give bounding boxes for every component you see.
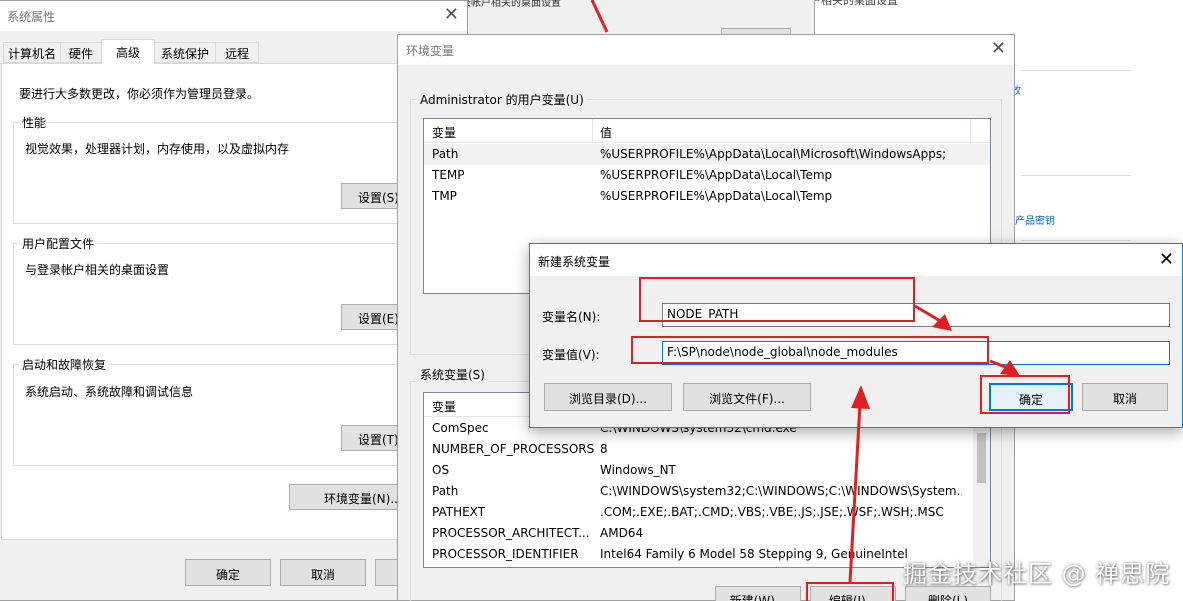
background-separator [1021,70,1131,71]
var-value: %USERPROFILE%\AppData\Local\Temp [600,168,833,182]
browse-directory-button[interactable]: 浏览目录(D)... [544,383,672,411]
var-name: Path [432,484,459,498]
table-row[interactable]: TEMP %USERPROFILE%\AppData\Local\Temp [424,165,990,186]
annotation-box-variable-name [639,277,915,322]
var-name: Path [432,147,459,161]
var-name: TEMP [432,168,465,182]
annotation-box-ok-button [980,375,1070,414]
column-separator [592,119,593,143]
user-col-value[interactable]: 值 [600,124,612,141]
sysprops-ok-button[interactable]: 确定 [185,559,271,586]
tab-system-protection[interactable]: 系统保护 [154,42,216,63]
tab-computer-name[interactable]: 计算机名 [3,42,61,63]
user-variables-header: 变量 值 [424,119,990,143]
newvar-titlebar: 新建系统变量 ✕ [530,244,1182,276]
tab-hardware[interactable]: 硬件 [60,42,102,63]
var-name: PROCESSOR_IDENTIFIER [432,547,579,561]
close-icon[interactable]: ✕ [444,5,459,25]
user-profile-desc: 与登录帐户相关的桌面设置 [25,263,170,277]
admin-note: 要进行大多数更改，你必须作为管理员登录。 [19,87,260,101]
browse-file-button[interactable]: 浏览文件(F)... [683,383,811,411]
table-row[interactable]: PATHEXT .COM;.EXE;.BAT;.CMD;.VBS;.VBE;.J… [424,502,990,523]
var-value: AMD64 [600,526,644,540]
annotation-box-variable-value [631,336,989,364]
table-row[interactable]: PROCESSOR_ARCHITECT... AMD64 [424,523,990,544]
column-separator [970,119,971,143]
startup-recovery-label: 启动和故障恢复 [19,356,110,373]
table-row[interactable]: Path %USERPROFILE%\AppData\Local\Microso… [424,144,990,165]
close-icon[interactable]: ✕ [1159,250,1174,270]
var-value: Windows_NT [600,463,676,477]
table-row[interactable]: NUMBER_OF_PROCESSORS 8 [424,439,990,460]
var-value: .COM;.EXE;.BAT;.CMD;.VBS;.VBE;.JS;.JSE;.… [600,505,944,519]
tab-remote[interactable]: 远程 [215,42,259,63]
sysprops-title: 系统属性 [7,10,56,24]
var-name: PATHEXT [432,505,486,519]
var-value: %USERPROFILE%\AppData\Local\Temp [600,189,833,203]
environment-variables-button[interactable]: 环境变量(N)... [289,484,407,510]
sys-col-variable[interactable]: 变量 [432,398,456,415]
envvars-titlebar: 环境变量 ✕ [398,35,1014,65]
user-variables-label: Administrator 的用户变量(U) [417,91,587,108]
sysprops-cancel-button[interactable]: 取消 [280,559,366,586]
annotation-box-edit-button [806,582,894,601]
var-value: 8 [600,442,608,456]
var-value: %USERPROFILE%\AppData\Local\Microsoft\Wi… [600,147,947,161]
var-name: TMP [432,189,457,203]
var-value: C:\WINDOWS\system32;C:\WINDOWS;C:\WINDOW… [600,484,962,498]
newvar-title: 新建系统变量 [538,255,611,269]
new-variable-button[interactable]: 新建(W)... [715,586,801,601]
user-profile-label: 用户配置文件 [19,235,98,252]
startup-recovery-desc: 系统启动、系统故障和调试信息 [25,385,194,399]
var-name: NUMBER_OF_PROCESSORS [432,442,595,456]
table-row[interactable]: OS Windows_NT [424,460,990,481]
variable-value-label: 变量值(V): [542,348,600,362]
close-icon[interactable]: ✕ [991,39,1006,59]
performance-desc: 视觉效果，处理器计划，内存使用，以及虚拟内存 [25,142,290,156]
watermark: 掘金技术社区 @ 禅思院 [903,560,1171,588]
variable-name-label: 变量名(N): [542,310,601,324]
var-name: ComSpec [432,421,489,435]
background-separator-2 [1021,175,1131,176]
system-variables-label: 系统变量(S) [417,366,488,383]
table-row[interactable]: Path C:\WINDOWS\system32;C:\WINDOWS;C:\W… [424,481,990,502]
tab-advanced[interactable]: 高级 [101,39,155,65]
background-link-product-key[interactable]: 产品密钥 [1015,212,1055,227]
var-name: OS [432,463,450,477]
table-row[interactable]: TMP %USERPROFILE%\AppData\Local\Temp [424,186,990,207]
user-col-variable[interactable]: 变量 [432,124,456,141]
newvar-cancel-button[interactable]: 取消 [1082,383,1168,411]
envvars-title: 环境变量 [406,44,455,58]
sysprops-titlebar: 系统属性 ✕ [0,1,467,31]
performance-label: 性能 [19,114,50,131]
scrollbar-thumb[interactable] [977,433,986,483]
background-separator-3 [1021,240,1131,241]
var-name: PROCESSOR_ARCHITECT... [432,526,590,540]
